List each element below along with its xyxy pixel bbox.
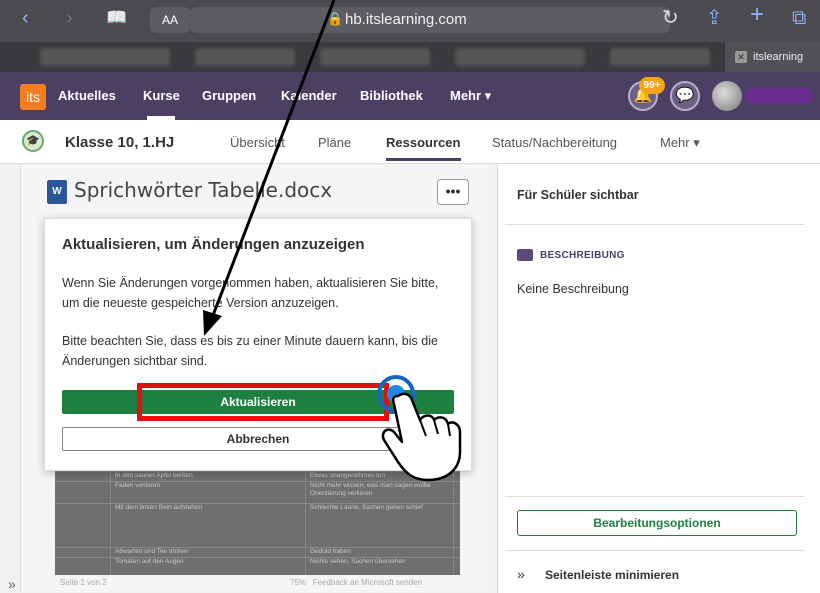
- annotation-overlay: [203, 0, 462, 482]
- annotation-arrow: [203, 0, 336, 336]
- hand-pointer-icon: [381, 392, 462, 482]
